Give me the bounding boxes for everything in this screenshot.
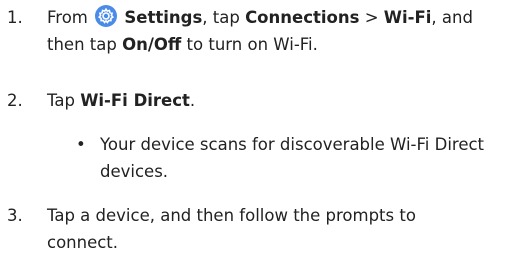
step-number: 3.	[7, 206, 23, 225]
chevron-right-icon: >	[364, 8, 379, 27]
step-line: From Settings, tap Connections > Wi-Fi, …	[47, 4, 527, 31]
step-line: connect.	[47, 233, 119, 252]
step-number: 2.	[7, 91, 23, 110]
step-body: Tap a device, and then follow the prompt…	[47, 202, 527, 256]
step-body: Tap Wi-Fi Direct.	[47, 87, 527, 114]
step-body: From Settings, tap Connections > Wi-Fi, …	[47, 4, 527, 58]
settings-label: Settings	[124, 8, 203, 27]
step-text: then tap	[47, 35, 117, 54]
step-text: to turn on Wi-Fi.	[186, 35, 318, 54]
bullet-line: Your device scans for discoverable Wi-Fi…	[100, 135, 485, 154]
step-text: From	[47, 8, 88, 27]
bullet-line: devices.	[100, 162, 169, 181]
instruction-page: 1. From Settings, tap Connections > Wi-F…	[0, 0, 532, 259]
bullet-text: Your device scans for discoverable Wi-Fi…	[100, 131, 532, 185]
wifi-label: Wi-Fi	[383, 8, 432, 27]
step-text: Tap	[47, 91, 75, 110]
step-text: .	[189, 91, 196, 110]
connections-label: Connections	[245, 8, 360, 27]
onoff-label: On/Off	[122, 35, 182, 54]
step-text: , tap	[202, 8, 240, 27]
step-number: 1.	[7, 8, 23, 27]
step-line: then tap On/Off to turn on Wi-Fi.	[47, 31, 527, 58]
step-line: Tap a device, and then follow the prompt…	[47, 206, 416, 225]
step-text: , and	[431, 8, 473, 27]
bullet-dot: •	[76, 135, 86, 154]
wifi-direct-label: Wi-Fi Direct	[80, 91, 190, 110]
settings-gear-icon	[95, 5, 118, 27]
